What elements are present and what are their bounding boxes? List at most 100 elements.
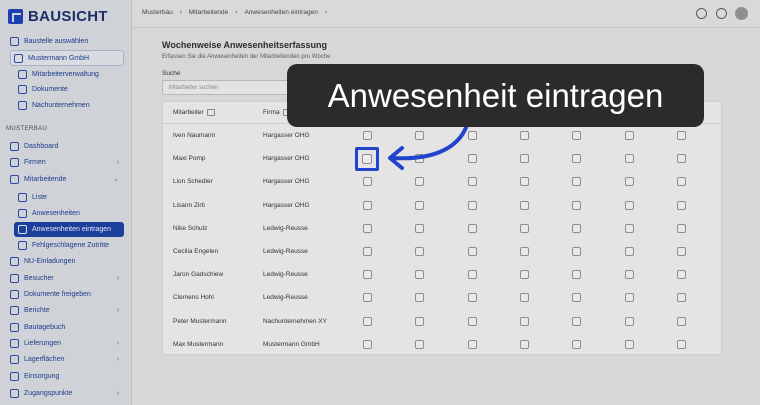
sidebar-item-firmen[interactable]: Firmen <box>10 155 46 169</box>
attendance-checkbox[interactable] <box>520 154 529 164</box>
sidebar-item-label: Besucher <box>24 274 54 282</box>
attendance-checkbox[interactable] <box>363 293 372 303</box>
attendance-checkbox[interactable] <box>520 223 529 233</box>
avatar[interactable] <box>735 7 748 20</box>
sidebar-item-einsorgung[interactable]: Einsorgung <box>10 369 59 383</box>
attendance-checkbox[interactable] <box>625 223 634 233</box>
sort-icon[interactable] <box>206 109 215 116</box>
company-item-documents[interactable]: Dokumente <box>18 82 68 96</box>
attendance-checkbox[interactable] <box>625 247 634 256</box>
attendance-checkbox[interactable] <box>677 154 686 164</box>
attendance-checkbox[interactable] <box>677 200 686 210</box>
settings-icon[interactable] <box>716 8 727 19</box>
attendance-checkbox[interactable] <box>363 223 372 233</box>
sidebar-item-lieferungen[interactable]: Lieferungen <box>10 336 61 350</box>
help-icon[interactable] <box>696 8 707 19</box>
attendance-checkbox[interactable] <box>520 177 529 187</box>
attendance-checkbox[interactable] <box>677 131 686 140</box>
attendance-checkbox[interactable] <box>415 316 424 326</box>
attendance-checkbox[interactable] <box>415 247 424 256</box>
attendance-checkbox[interactable] <box>572 316 581 326</box>
attendance-checkbox[interactable] <box>572 270 581 280</box>
company-item-subcontractors[interactable]: Nachunternehmen <box>18 98 90 112</box>
attendance-checkbox[interactable] <box>520 293 529 303</box>
attendance-checkbox[interactable] <box>363 247 372 256</box>
attendance-checkbox[interactable] <box>468 316 477 326</box>
sidebar-item-dokumente-freigeben[interactable]: Dokumente freigeben <box>10 287 91 301</box>
employee-name: Jaron Gadschiew <box>173 271 224 279</box>
sidebar-item-zugangspunkte[interactable]: Zugangspunkte <box>10 386 72 400</box>
attendance-checkbox[interactable] <box>520 131 529 140</box>
sidebar-item-anwesenheiten-eintragen[interactable]: Anwesenheiten eintragen <box>18 222 111 236</box>
attendance-checkbox[interactable] <box>677 270 686 280</box>
attendance-checkbox[interactable] <box>415 223 424 233</box>
attendance-checkbox[interactable] <box>677 247 686 256</box>
sidebar-item-berichte[interactable]: Berichte <box>10 303 50 317</box>
select-site-link[interactable]: Baustelle auswählen <box>10 34 88 48</box>
attendance-checkbox[interactable] <box>363 270 372 280</box>
list-icon <box>18 192 27 202</box>
sidebar-item-dashboard[interactable]: Dashboard <box>10 139 58 153</box>
attendance-checkbox[interactable] <box>468 270 477 280</box>
attendance-checkbox[interactable] <box>625 177 634 187</box>
logo[interactable]: BAUSICHT <box>8 8 108 25</box>
attendance-checkbox[interactable] <box>520 270 529 280</box>
employee-company: Hargasser OHG <box>263 178 310 186</box>
attendance-checkbox[interactable] <box>677 177 686 187</box>
attendance-checkbox[interactable] <box>572 177 581 187</box>
sidebar-item-nu-einladungen[interactable]: NU-Einladungen <box>10 254 75 268</box>
attendance-checkbox[interactable] <box>363 131 372 140</box>
attendance-checkbox[interactable] <box>625 154 634 164</box>
attendance-checkbox-highlighted[interactable] <box>362 154 372 164</box>
attendance-checkbox[interactable] <box>625 270 634 280</box>
attendance-checkbox[interactable] <box>677 293 686 303</box>
sidebar-item-mitarbeitende[interactable]: Mitarbeitende <box>10 172 66 186</box>
attendance-checkbox[interactable] <box>520 339 529 349</box>
attendance-checkbox[interactable] <box>468 339 477 349</box>
attendance-checkbox[interactable] <box>363 177 372 187</box>
sidebar-item-label: Berichte <box>24 306 50 314</box>
sidebar-item-besucher[interactable]: Besucher <box>10 271 54 285</box>
attendance-checkbox[interactable] <box>572 247 581 256</box>
attendance-checkbox[interactable] <box>363 339 372 349</box>
sidebar-item-label: Bautagebuch <box>24 323 66 331</box>
attendance-checkbox[interactable] <box>468 247 477 256</box>
attendance-checkbox[interactable] <box>468 293 477 303</box>
attendance-checkbox[interactable] <box>520 200 529 210</box>
sidebar-item-liste[interactable]: Liste <box>18 190 47 204</box>
attendance-checkbox[interactable] <box>572 200 581 210</box>
attendance-checkbox[interactable] <box>468 223 477 233</box>
attendance-checkbox[interactable] <box>572 223 581 233</box>
attendance-checkbox[interactable] <box>415 293 424 303</box>
attendance-checkbox[interactable] <box>625 339 634 349</box>
attendance-checkbox[interactable] <box>415 339 424 349</box>
attendance-checkbox[interactable] <box>415 270 424 280</box>
attendance-checkbox[interactable] <box>468 200 477 210</box>
attendance-checkbox[interactable] <box>625 131 634 140</box>
attendance-checkbox[interactable] <box>572 154 581 164</box>
column-header-employee[interactable]: Mitarbeiter <box>173 109 215 116</box>
sidebar-item-label: Anwesenheiten <box>32 209 80 217</box>
attendance-checkbox[interactable] <box>520 316 529 326</box>
breadcrumb-item[interactable]: Anwesenheiten eintragen <box>244 9 317 16</box>
attendance-checkbox[interactable] <box>625 200 634 210</box>
attendance-checkbox[interactable] <box>677 223 686 233</box>
attendance-checkbox[interactable] <box>677 316 686 326</box>
company-item-staff[interactable]: Mitarbeiterverwaltung <box>18 67 99 81</box>
attendance-checkbox[interactable] <box>520 247 529 256</box>
attendance-checkbox[interactable] <box>677 339 686 349</box>
attendance-checkbox[interactable] <box>415 200 424 210</box>
breadcrumb-item[interactable]: Mitarbeitende <box>189 9 228 16</box>
sidebar-item-anwesenheiten[interactable]: Anwesenheiten <box>18 206 80 220</box>
attendance-checkbox[interactable] <box>625 293 634 303</box>
attendance-checkbox[interactable] <box>363 200 372 210</box>
sidebar-item-fehlgeschlagene-zutritte[interactable]: Fehlgeschlagene Zutritte <box>18 238 109 252</box>
sidebar-item-bautagebuch[interactable]: Bautagebuch <box>10 320 65 334</box>
attendance-checkbox[interactable] <box>363 316 372 326</box>
attendance-checkbox[interactable] <box>572 131 581 140</box>
breadcrumb-item[interactable]: Musterbau <box>142 9 173 16</box>
attendance-checkbox[interactable] <box>572 339 581 349</box>
sidebar-item-lagerflaechen[interactable]: Lagerflächen <box>10 352 64 366</box>
attendance-checkbox[interactable] <box>625 316 634 326</box>
attendance-checkbox[interactable] <box>572 293 581 303</box>
